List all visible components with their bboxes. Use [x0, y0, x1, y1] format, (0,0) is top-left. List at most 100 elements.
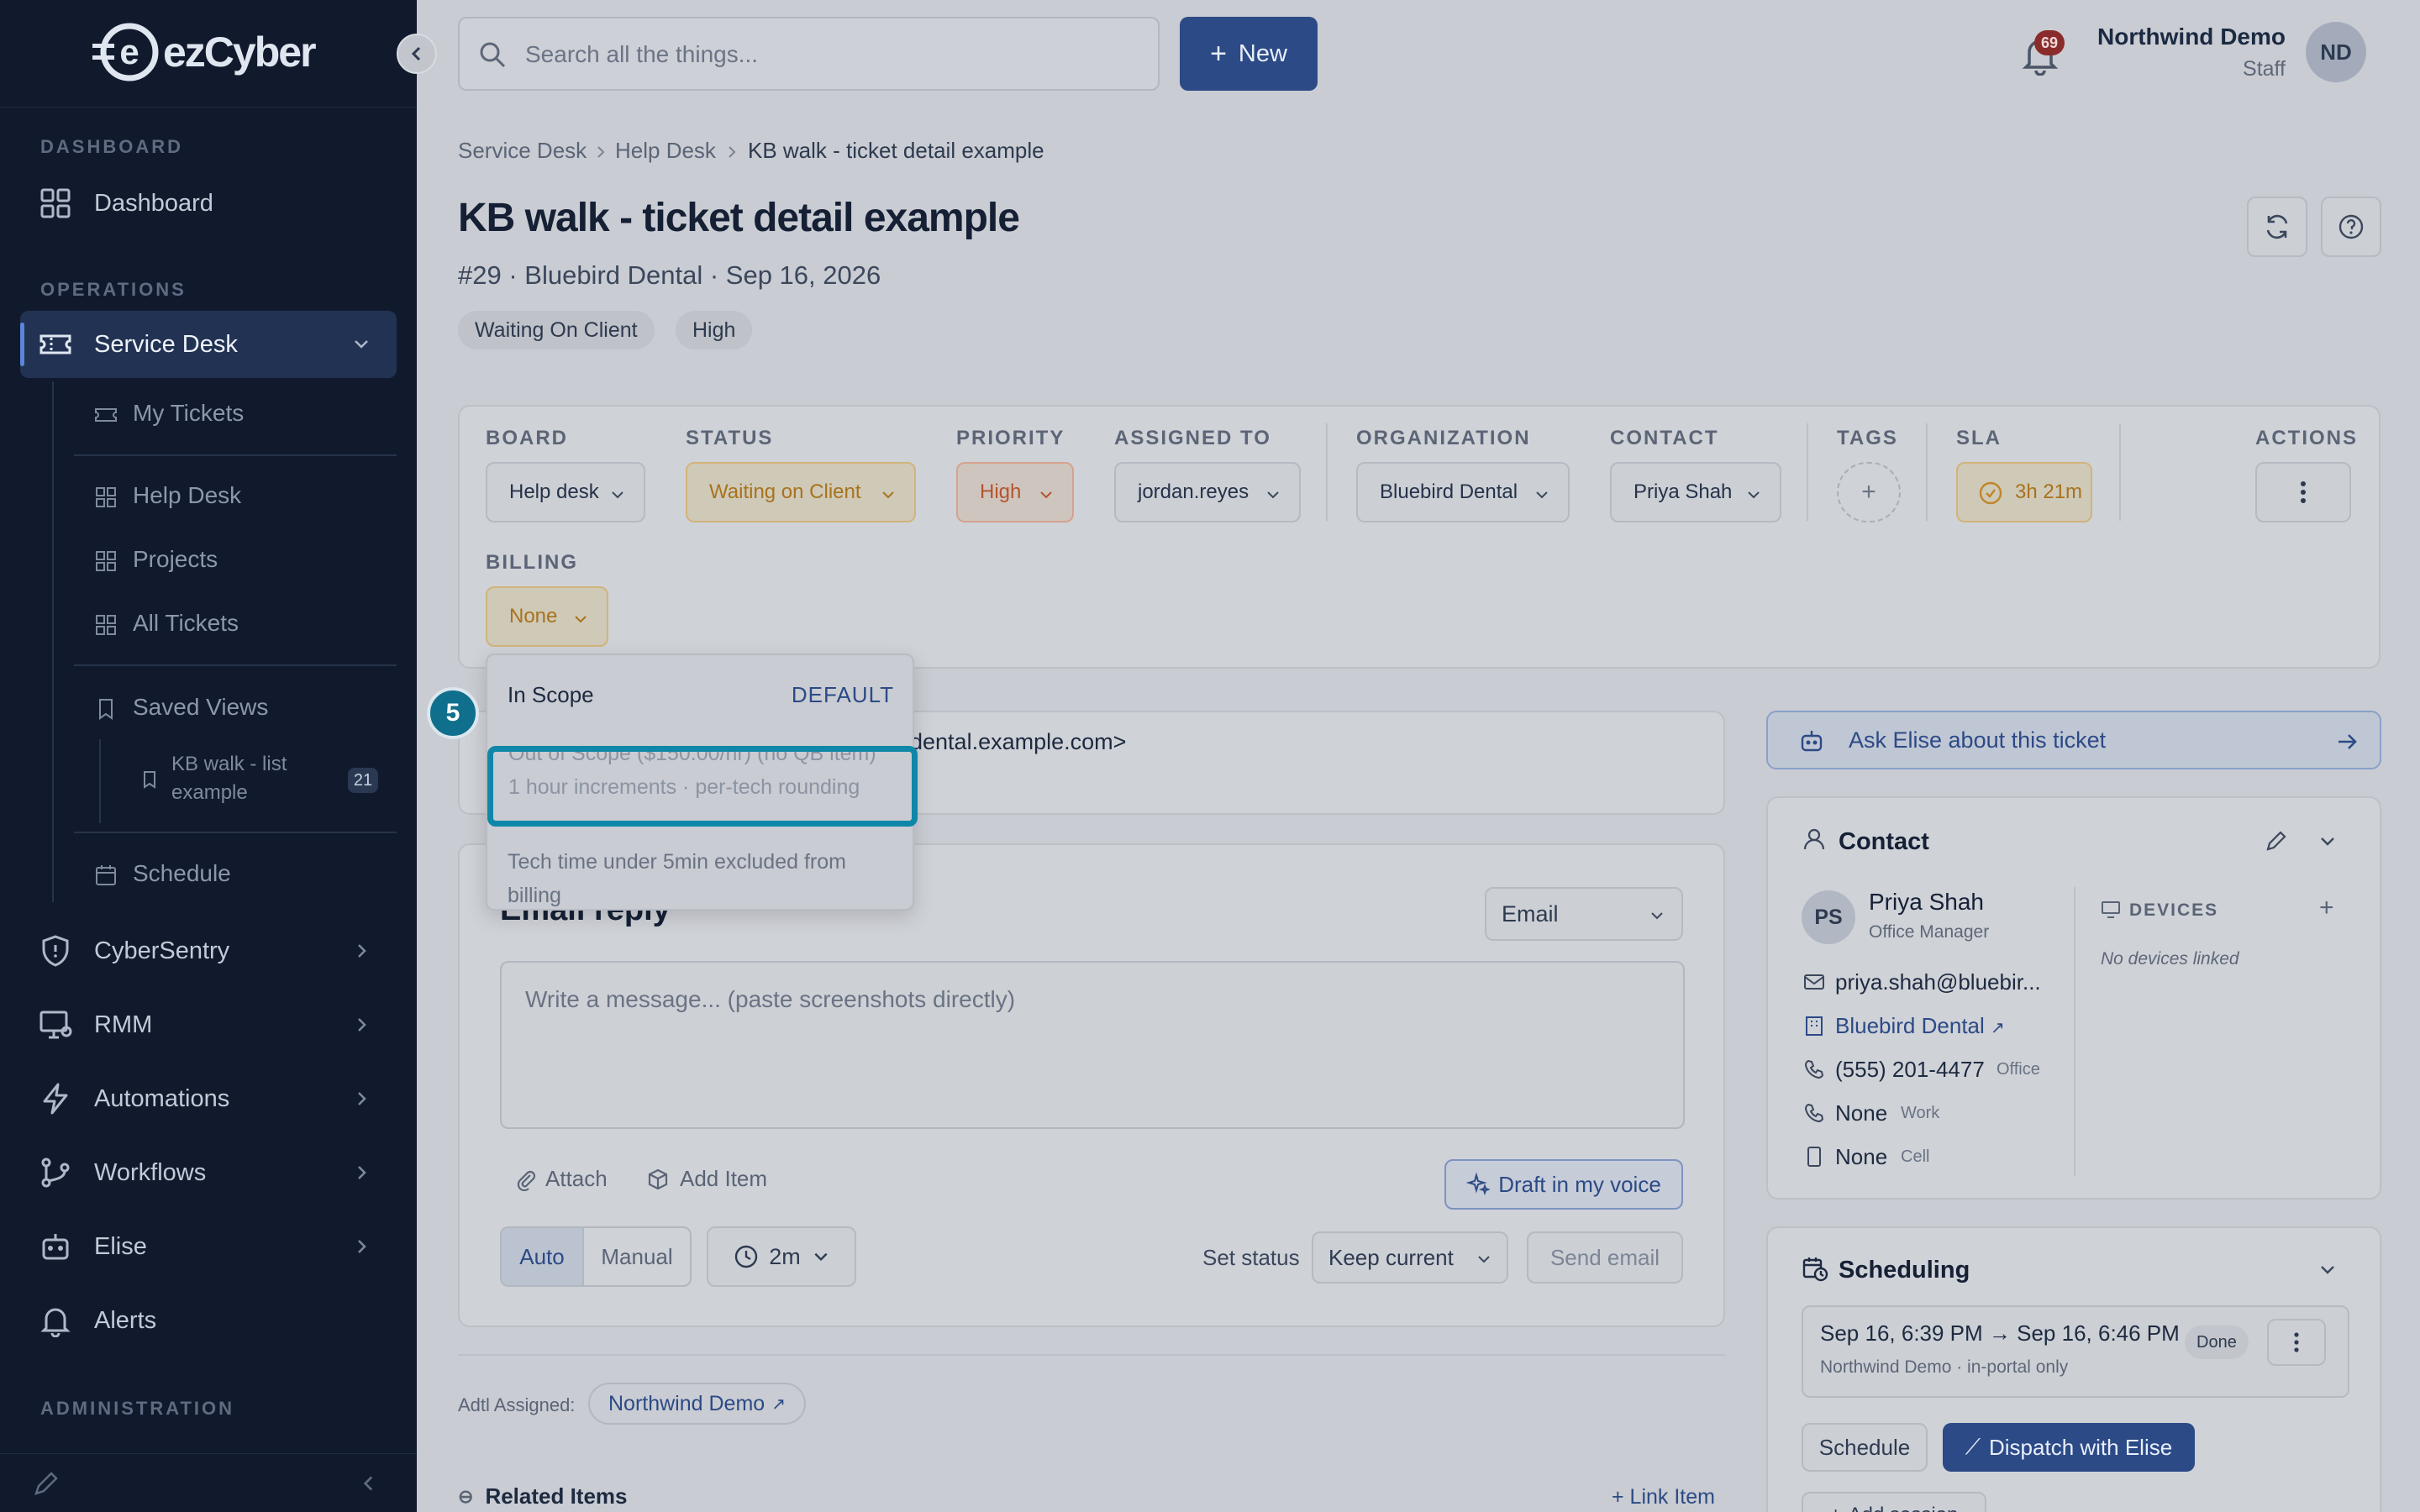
billing-option-out-of-scope[interactable]: Out of Scope ($150.00/hr) (no QB item) 1…: [487, 746, 918, 827]
user-menu[interactable]: Northwind Demo Staff: [2084, 24, 2286, 81]
time-select[interactable]: 2m: [707, 1226, 856, 1287]
refresh-button[interactable]: [2247, 197, 2307, 257]
sidebar-item-label: Dashboard: [94, 189, 213, 217]
sidebar-item-kb-walk[interactable]: KB walk - list example 21: [134, 751, 387, 813]
sidebar-item-rmm[interactable]: RMM: [20, 991, 397, 1058]
section-administration: ADMINISTRATION: [40, 1398, 235, 1419]
grid-icon: [96, 551, 116, 571]
divider: [458, 1354, 1725, 1356]
contact-org-link[interactable]: Bluebird Dental ↗: [1835, 1013, 2005, 1039]
board-select[interactable]: Help desk: [486, 462, 645, 522]
attach-button[interactable]: Attach: [513, 1166, 608, 1192]
session-menu-button[interactable]: [2267, 1319, 2326, 1366]
pencil-icon[interactable]: [2264, 828, 2289, 853]
new-button[interactable]: + New: [1180, 17, 1318, 91]
ask-elise-button[interactable]: Ask Elise about this ticket: [1766, 711, 2381, 769]
sidebar-item-workflows[interactable]: Workflows: [20, 1139, 397, 1206]
status-value: Waiting on Client: [709, 480, 861, 503]
pencil-icon[interactable]: [32, 1469, 60, 1498]
schedule-button[interactable]: Schedule: [1802, 1423, 1928, 1472]
sidebar-item-elise[interactable]: Elise: [20, 1213, 397, 1280]
sidebar-item-cybersentry[interactable]: CyberSentry: [20, 917, 397, 984]
billing-select[interactable]: None: [486, 586, 608, 647]
add-session-button[interactable]: + Add session: [1802, 1492, 1986, 1512]
breadcrumb-help-desk[interactable]: Help Desk: [615, 138, 716, 164]
logo[interactable]: e ezCyber: [91, 22, 317, 82]
actions-menu-button[interactable]: [2255, 462, 2351, 522]
bookmark-icon: [144, 771, 155, 789]
chevron-right-icon: [358, 1240, 366, 1253]
organization-select[interactable]: Bluebird Dental: [1356, 462, 1570, 522]
draft-in-my-voice-button[interactable]: Draft in my voice: [1444, 1159, 1683, 1210]
link-item-label: Link Item: [1629, 1485, 1715, 1509]
chevron-down-icon[interactable]: [2317, 1260, 2338, 1280]
sidebar-item-label: Alerts: [94, 1306, 157, 1334]
breadcrumb-service-desk[interactable]: Service Desk: [458, 138, 587, 164]
add-item-button[interactable]: Add Item: [646, 1166, 767, 1192]
chevron-left-icon[interactable]: [358, 1473, 380, 1494]
contact-email[interactable]: priya.shah@bluebir...: [1835, 969, 2041, 995]
billing-option-in-scope[interactable]: In Scope DEFAULT: [487, 655, 913, 739]
notification-count-badge: 69: [2034, 30, 2065, 55]
contact-work-type: Work: [1901, 1104, 1940, 1122]
external-link-icon: ↗: [1991, 1019, 2005, 1037]
sidebar-item-all-tickets[interactable]: All Tickets: [94, 610, 380, 643]
contact-phone-type: Office: [1996, 1060, 2040, 1079]
billing-option-tech-time[interactable]: Tech time under 5min excluded from billi…: [487, 828, 913, 911]
chevron-down-icon[interactable]: [2317, 832, 2338, 852]
send-email-button[interactable]: Send email: [1527, 1231, 1683, 1284]
manual-toggle[interactable]: Manual: [584, 1228, 690, 1285]
chevron-down-icon: [575, 616, 587, 623]
time-mode-toggle: Auto Manual: [500, 1226, 692, 1287]
grid-icon: [96, 487, 116, 507]
sla-label: SLA: [1956, 427, 2002, 449]
add-device-button[interactable]: +: [2319, 894, 2334, 922]
divider: [2074, 887, 2075, 1176]
contact-select[interactable]: Priya Shah: [1610, 462, 1781, 522]
sidebar-item-saved-views[interactable]: Saved Views: [94, 694, 380, 727]
set-status-select[interactable]: Keep current: [1312, 1231, 1508, 1284]
link-item-button[interactable]: + Link Item: [1612, 1485, 1715, 1509]
divider: [1926, 423, 1928, 521]
priority-label: PRIORITY: [956, 427, 1065, 449]
sidebar-item-help-desk[interactable]: Help Desk: [94, 482, 380, 516]
dispatch-with-elise-button[interactable]: ⟋ Dispatch with Elise: [1943, 1423, 2195, 1472]
notifications-button[interactable]: 69: [2021, 30, 2065, 76]
session-status-badge: Done: [2185, 1326, 2249, 1359]
chevron-right-icon: [358, 1018, 366, 1032]
adtl-assigned-chip[interactable]: Northwind Demo ↗: [588, 1383, 806, 1425]
sidebar-item-alerts[interactable]: Alerts: [20, 1287, 397, 1354]
message-textarea[interactable]: Write a message... (paste screenshots di…: [500, 961, 1685, 1129]
sidebar-item-service-desk[interactable]: Service Desk: [20, 311, 397, 378]
avatar[interactable]: ND: [2306, 22, 2366, 82]
sidebar-item-my-tickets[interactable]: My Tickets: [94, 400, 380, 433]
subnav-rail: [52, 381, 54, 902]
phone-icon: [1804, 1059, 1824, 1079]
assigned-select[interactable]: jordan.reyes: [1114, 462, 1301, 522]
chevron-down-icon: [1748, 491, 1760, 499]
help-button[interactable]: [2321, 197, 2381, 257]
sidebar-item-label: Projects: [133, 546, 218, 572]
priority-select[interactable]: High: [956, 462, 1074, 522]
channel-select[interactable]: Email: [1485, 887, 1683, 941]
search-input[interactable]: Search all the things...: [458, 17, 1160, 91]
contact-name: Priya Shah: [1869, 889, 1984, 915]
sidebar-item-automations[interactable]: Automations: [20, 1065, 397, 1132]
contact-title: Contact: [1839, 828, 1929, 855]
step-badge: 5: [427, 687, 479, 739]
default-badge: DEFAULT: [791, 682, 894, 707]
contact-card: Contact PS Priya Shah Office Manager pri…: [1766, 796, 2381, 1200]
sidebar-item-schedule[interactable]: Schedule: [94, 860, 380, 894]
board-value: Help desk: [509, 480, 599, 503]
auto-toggle[interactable]: Auto: [502, 1228, 584, 1285]
sla-badge[interactable]: 3h 21m: [1956, 462, 2092, 522]
robot-icon: [42, 1234, 69, 1260]
add-tag-button[interactable]: +: [1837, 462, 1901, 522]
sidebar-item-projects[interactable]: Projects: [94, 546, 380, 580]
status-select[interactable]: Waiting on Client: [686, 462, 916, 522]
billing-label: BILLING: [486, 551, 578, 574]
collapse-sidebar-button[interactable]: [397, 34, 437, 74]
no-devices-text: No devices linked: [2101, 949, 2239, 969]
contact-phone[interactable]: (555) 201-4477: [1835, 1057, 1985, 1083]
sidebar-item-dashboard[interactable]: Dashboard: [20, 170, 397, 237]
